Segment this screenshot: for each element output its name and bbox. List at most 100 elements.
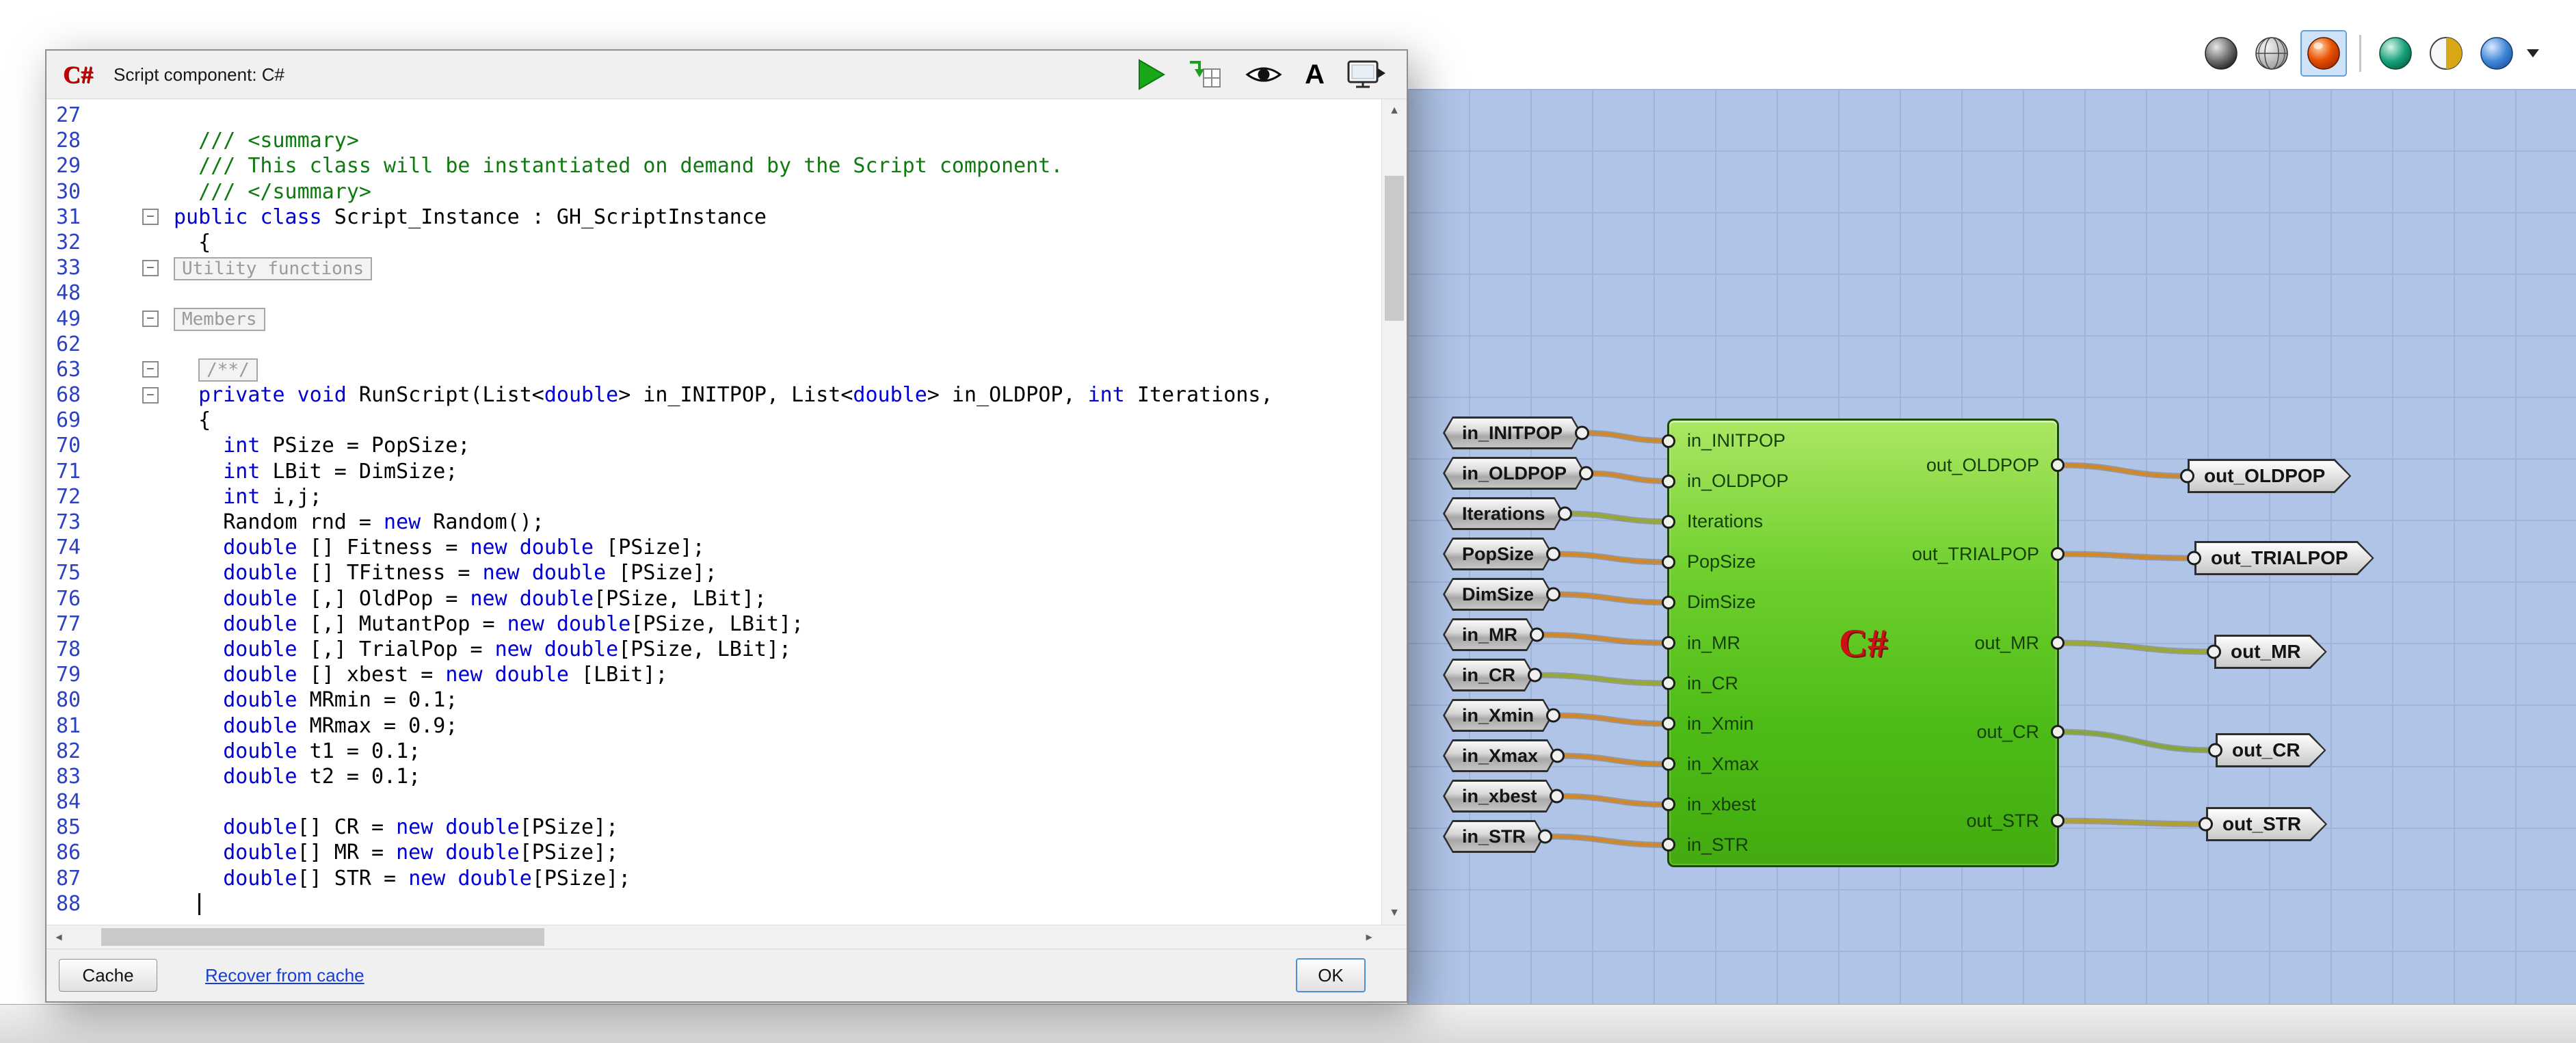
scroll-up-icon[interactable]: ▲ <box>1382 99 1407 122</box>
wire-grip[interactable] <box>1662 676 1675 690</box>
half-circle-icon[interactable] <box>2424 31 2468 75</box>
screen-icon[interactable] <box>1346 59 1386 90</box>
wire-grip[interactable] <box>1558 507 1572 521</box>
shaded-sphere-icon[interactable] <box>2199 31 2243 75</box>
code-line: 49−Members <box>47 306 1381 332</box>
wire-grip[interactable] <box>1662 636 1675 650</box>
hscroll-thumb[interactable] <box>101 928 544 946</box>
editor-titlebar[interactable]: C# Script component: C# <box>47 51 1407 99</box>
wireframe-sphere-icon[interactable] <box>2250 31 2294 75</box>
code-lines[interactable]: 2728 /// <summary>29 /// This class will… <box>47 99 1381 925</box>
output-param-out_OLDPOP[interactable]: out_OLDPOP <box>2188 459 2351 493</box>
grasshopper-canvas[interactable]: in_INITPOP in_OLDPOP Iterations PopSize DimS… <box>1407 89 2576 1005</box>
cache-button[interactable]: Cache <box>59 959 157 992</box>
input-param-in_Xmin[interactable]: in_Xmin <box>1443 699 1553 732</box>
wire-grip[interactable] <box>1546 709 1561 723</box>
fold-collapse-icon[interactable]: − <box>142 387 159 404</box>
fold-collapse-icon[interactable]: − <box>142 209 159 225</box>
wire-grip[interactable] <box>2187 551 2201 566</box>
wire-grip[interactable] <box>1528 668 1542 683</box>
fold-margin[interactable]: − <box>138 382 170 408</box>
wire-grip[interactable] <box>2051 814 2064 828</box>
input-param-in_xbest[interactable]: in_xbest <box>1443 780 1556 813</box>
line-number: 63 <box>47 357 138 382</box>
wire-grip[interactable] <box>1575 426 1589 440</box>
input-param-in_OLDPOP[interactable]: in_OLDPOP <box>1443 457 1586 490</box>
script-component-node[interactable]: in_INITPOPin_OLDPOPIterationsPopSizeDimS… <box>1667 419 2059 867</box>
ok-button[interactable]: OK <box>1296 958 1366 992</box>
input-param-PopSize[interactable]: PopSize <box>1443 538 1553 570</box>
fold-collapse-icon[interactable]: − <box>142 361 159 378</box>
code-line: 86 double[] MR = new double[PSize]; <box>47 840 1381 865</box>
font-icon[interactable]: A <box>1305 61 1325 88</box>
code-line: 74 double [] Fitness = new double [PSize… <box>47 535 1381 560</box>
fold-margin[interactable]: − <box>138 255 170 280</box>
wire-grip[interactable] <box>1662 434 1675 448</box>
wire-grip[interactable] <box>2180 469 2194 484</box>
input-param-DimSize[interactable]: DimSize <box>1443 578 1553 611</box>
wire-grip[interactable] <box>1662 475 1675 488</box>
dropdown-arrow-icon[interactable] <box>2527 49 2539 57</box>
input-param-in_STR[interactable]: in_STR <box>1443 820 1545 853</box>
recover-from-cache-link[interactable]: Recover from cache <box>205 965 364 986</box>
wire-grip[interactable] <box>1662 515 1675 529</box>
input-param-in_MR[interactable]: in_MR <box>1443 618 1537 651</box>
capsule-label: out_STR <box>2206 813 2327 835</box>
fold-margin <box>138 280 170 306</box>
wire-grip[interactable] <box>1550 789 1564 804</box>
line-number: 80 <box>47 687 138 713</box>
insert-source-icon[interactable] <box>1187 58 1223 91</box>
wire-grip[interactable] <box>1579 466 1593 481</box>
green-sphere-icon[interactable] <box>2374 31 2417 75</box>
fold-margin <box>138 484 170 510</box>
scroll-down-icon[interactable]: ▼ <box>1382 901 1407 925</box>
fold-margin[interactable]: − <box>138 357 170 382</box>
output-param-out_STR[interactable]: out_STR <box>2206 807 2327 841</box>
wire-grip[interactable] <box>1546 587 1561 602</box>
wire-grip[interactable] <box>1662 596 1675 609</box>
fold-collapse-icon[interactable]: − <box>142 260 159 276</box>
code-editor[interactable]: 2728 /// <summary>29 /// This class will… <box>47 99 1407 925</box>
input-param-in_INITPOP[interactable]: in_INITPOP <box>1443 417 1582 449</box>
bottom-strip <box>0 1004 2576 1043</box>
wire-grip[interactable] <box>1546 547 1561 562</box>
wire-grip[interactable] <box>1530 628 1544 642</box>
wire-grip[interactable] <box>2051 725 2064 739</box>
fold-margin <box>138 179 170 204</box>
input-param-Iterations[interactable]: Iterations <box>1443 497 1565 530</box>
vertical-scrollbar[interactable]: ▲ ▼ <box>1381 99 1407 925</box>
output-param-out_CR[interactable]: out_CR <box>2216 733 2326 767</box>
wire-grip[interactable] <box>1662 555 1675 569</box>
fold-margin <box>138 586 170 611</box>
line-number: 49 <box>47 306 138 332</box>
eye-icon[interactable] <box>1245 61 1283 88</box>
wire-grip[interactable] <box>2051 636 2064 650</box>
wire-grip[interactable] <box>2199 817 2213 832</box>
hscroll-track[interactable] <box>71 925 1357 949</box>
vscroll-thumb[interactable] <box>1385 176 1404 321</box>
scroll-right-icon[interactable]: ► <box>1357 925 1381 949</box>
csharp-component-logo[interactable]: C# <box>1839 620 1887 666</box>
wire-grip[interactable] <box>2208 743 2222 758</box>
wire-grip[interactable] <box>2207 645 2221 659</box>
blue-sphere-icon[interactable] <box>2475 31 2519 75</box>
wire-grip[interactable] <box>2051 458 2064 472</box>
code-text: /// This class will be instantiated on d… <box>170 153 1381 179</box>
red-sphere-icon[interactable] <box>2300 30 2347 77</box>
input-param-in_Xmax[interactable]: in_Xmax <box>1443 739 1557 772</box>
run-icon[interactable] <box>1138 59 1165 90</box>
code-text: double MRmax = 0.9; <box>170 713 1381 739</box>
input-param-in_CR[interactable]: in_CR <box>1443 659 1535 691</box>
wire-grip[interactable] <box>2051 547 2064 561</box>
wire-grip[interactable] <box>1538 830 1552 844</box>
fold-margin[interactable]: − <box>138 306 170 332</box>
capsule-label: out_CR <box>2216 739 2326 761</box>
code-line: 27 <box>47 103 1381 128</box>
scroll-left-icon[interactable]: ◄ <box>47 925 71 949</box>
fold-collapse-icon[interactable]: − <box>142 311 159 327</box>
fold-margin[interactable]: − <box>138 204 170 230</box>
output-param-out_MR[interactable]: out_MR <box>2214 635 2327 669</box>
horizontal-scrollbar[interactable]: ◄ ► <box>47 925 1407 949</box>
output-param-out_TRIALPOP[interactable]: out_TRIALPOP <box>2194 541 2374 575</box>
wire-grip[interactable] <box>1550 749 1565 763</box>
